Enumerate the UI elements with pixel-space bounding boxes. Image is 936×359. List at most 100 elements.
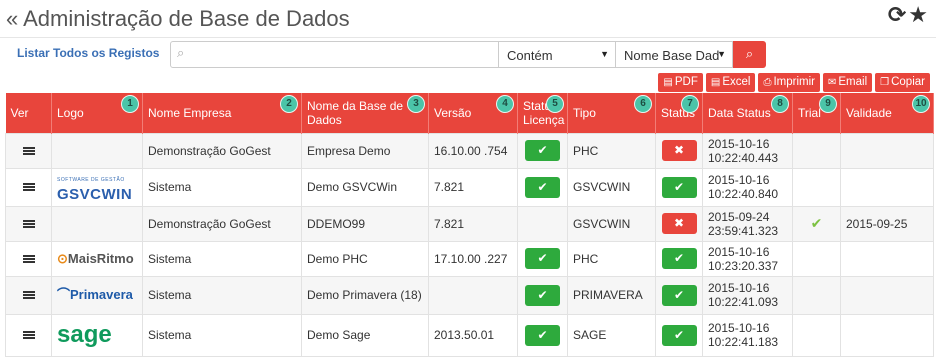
table-header-row: Ver Logo 1 Nome Empresa 2 Nome da Base de … (5, 93, 934, 133)
col-header-nome-base-dados[interactable]: Nome da Base de Dados 3 (301, 93, 429, 133)
cell-validade (840, 275, 934, 315)
export-pdf-button[interactable]: ▤ PDF (658, 73, 703, 92)
refresh-icon[interactable]: ⟳ (888, 4, 906, 28)
col-header-label: Ver (10, 105, 29, 120)
view-details-icon[interactable] (22, 254, 35, 263)
primavera-logo-text: Primavera (70, 286, 133, 302)
col-header-status-licenca[interactable]: Status Licença 5 (517, 93, 568, 133)
search-box[interactable]: ⌕ (170, 41, 499, 68)
table-row[interactable]: sage Sistema Demo Sage 2013.50.01 ✔ SAGE ✔ 2015… (5, 313, 934, 357)
column-badge: 1 (121, 95, 139, 113)
view-details-icon[interactable] (22, 331, 35, 339)
cell-versao: 16.10.00 .754 (428, 132, 518, 169)
database-table: Ver Logo 1 Nome Empresa 2 Nome da Base de … (5, 93, 934, 357)
print-label: Imprimir (773, 76, 815, 88)
list-all-link[interactable]: Listar Todos os Registos (17, 46, 159, 60)
trial-check-icon: ✔ (810, 215, 823, 232)
cell-ver (5, 205, 52, 242)
cell-data-status: 2015-10-16 10:22:40.443 (702, 132, 793, 169)
cell-trial (792, 275, 841, 315)
col-header-data-status[interactable]: Data Status 8 (702, 93, 793, 133)
cell-logo: ⊙MaisRitmo (51, 240, 143, 277)
gsvcwin-logo-text: GSVCWIN (57, 185, 133, 203)
search-input[interactable] (195, 44, 491, 65)
col-header-tipo[interactable]: Tipo 6 (567, 93, 656, 133)
col-header-validade[interactable]: Validade 10 (840, 93, 934, 133)
status-ok-badge[interactable]: ✔ (661, 176, 697, 198)
col-header-ver[interactable]: Ver (5, 93, 52, 133)
copy-button[interactable]: ❐ Copiar (875, 73, 930, 92)
licence-status-ok-badge[interactable]: ✔ (525, 140, 560, 161)
col-header-versao[interactable]: Versão 4 (428, 93, 518, 133)
status-ok-badge[interactable]: ✔ (661, 284, 697, 306)
view-details-icon[interactable] (22, 291, 35, 299)
maisritmo-logo-text: MaisRitmo (67, 250, 134, 266)
col-header-label: Data Status (708, 105, 771, 120)
cell-status-licenca: ✔ (517, 167, 568, 207)
cell-data-status: 2015-10-16 10:22:41.093 (702, 275, 793, 315)
field-select[interactable]: Nome Base Dad ▼ (615, 41, 733, 68)
status-error-badge[interactable]: ✖ (661, 140, 697, 161)
col-header-trial[interactable]: Trial 9 (792, 93, 841, 133)
licence-status-ok-badge[interactable]: ✔ (525, 284, 560, 306)
export-excel-label: Excel (722, 76, 751, 88)
export-pdf-label: PDF (674, 76, 698, 88)
table-row[interactable]: ⊙MaisRitmo Sistema Demo PHC 17.10.00 .227 ✔ P… (5, 240, 934, 277)
email-button[interactable]: ✉ Email (822, 73, 873, 92)
maisritmo-mark-icon: ⊙ (57, 250, 68, 266)
licence-status-ok-badge[interactable]: ✔ (525, 324, 560, 346)
col-header-label: Nome Empresa (148, 105, 232, 120)
check-icon: ✔ (537, 251, 548, 265)
col-header-status[interactable]: Status 7 (655, 93, 703, 133)
status-ok-badge[interactable]: ✔ (661, 248, 697, 269)
licence-status-ok-badge[interactable]: ✔ (525, 176, 560, 198)
cell-ver (5, 167, 52, 207)
column-badge: 7 (681, 95, 699, 113)
table-row[interactable]: Demonstração GoGest Empresa Demo 16.10.00 … (5, 132, 934, 169)
cell-status-licenca: ✔ (517, 132, 568, 169)
cell-trial (792, 132, 841, 169)
view-details-icon[interactable] (22, 183, 35, 191)
cell-tipo: GSVCWIN (567, 205, 656, 242)
cell-nome-base-dados: DDEMO99 (301, 205, 429, 242)
search-button[interactable]: ⌕ (733, 41, 766, 68)
cell-trial: ✔ (792, 205, 841, 242)
cell-validade (840, 240, 934, 277)
cell-trial (792, 240, 841, 277)
cell-validade (840, 313, 934, 357)
table-row[interactable]: SOFTWARE DE GESTÃO GSVCWIN Sistema Demo GSV… (5, 167, 934, 207)
col-header-nome-empresa[interactable]: Nome Empresa 2 (142, 93, 302, 133)
cell-status: ✔ (655, 167, 703, 207)
copy-icon: ❐ (880, 77, 890, 88)
cell-nome-base-dados: Demo Sage (301, 313, 429, 357)
table-row[interactable]: Demonstração GoGest DDEMO99 7.821 GSVCWIN ✖ 2… (5, 205, 934, 242)
cell-nome-base-dados: Demo PHC (301, 240, 429, 277)
export-excel-button[interactable]: ▤ Excel (705, 73, 756, 92)
col-header-label: Validade (846, 105, 892, 120)
cell-versao: 2013.50.01 (428, 313, 518, 357)
check-icon: ✔ (673, 327, 685, 342)
cell-nome-empresa: Sistema (142, 275, 302, 315)
col-header-label: Tipo (573, 105, 596, 120)
operator-select[interactable]: Contém ▼ (498, 41, 616, 68)
status-ok-badge[interactable]: ✔ (661, 324, 697, 346)
cell-status-licenca: ✔ (517, 240, 568, 277)
column-badge: 6 (634, 95, 652, 113)
status-error-badge[interactable]: ✖ (661, 213, 697, 234)
view-details-icon[interactable] (22, 219, 35, 228)
licence-status-ok-badge[interactable]: ✔ (525, 248, 560, 269)
star-icon[interactable]: ★ (908, 4, 928, 28)
table-row[interactable]: ⌒Primavera Sistema Demo Primavera (18) ✔ PRI… (5, 275, 934, 315)
cell-logo: sage (51, 313, 143, 357)
cell-tipo: PHC (567, 240, 656, 277)
column-badge: 10 (912, 95, 930, 113)
cell-logo (51, 205, 143, 242)
view-details-icon[interactable] (22, 146, 35, 155)
caret-down-icon: ▼ (600, 49, 609, 59)
cell-data-status: 2015-09-24 23:59:41.323 (702, 205, 793, 242)
col-header-logo[interactable]: Logo 1 (51, 93, 143, 133)
pdf-icon: ▤ (663, 77, 673, 88)
print-button[interactable]: ⎙ Imprimir (758, 73, 820, 92)
page-title[interactable]: « Administração de Base de Dados (6, 6, 350, 32)
field-select-value: Nome Base Dad (624, 48, 720, 63)
